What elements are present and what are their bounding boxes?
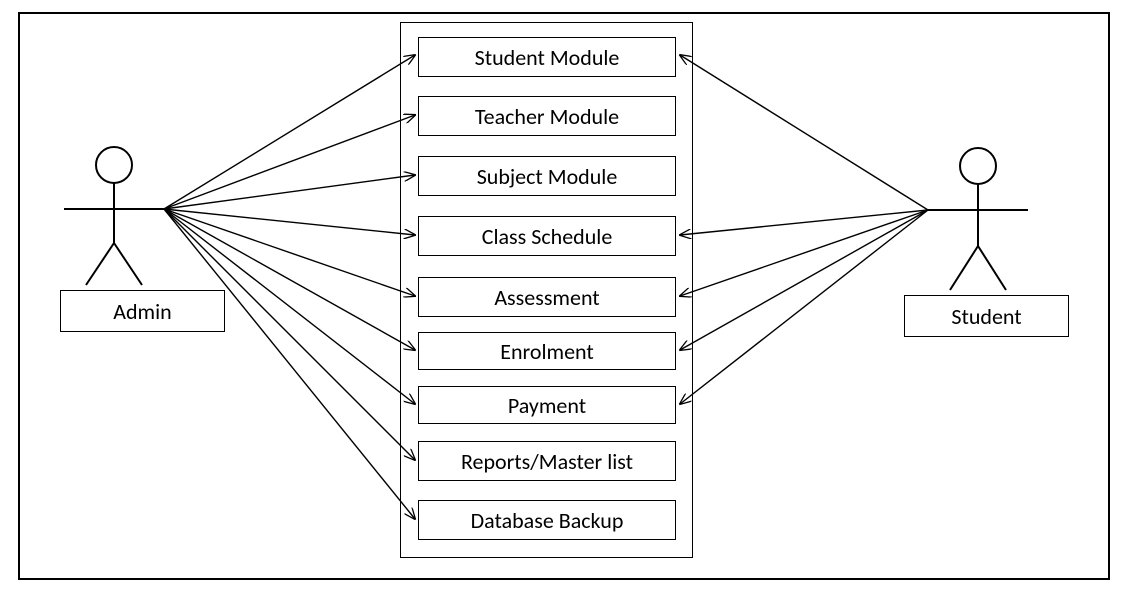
admin-label: Admin	[113, 298, 171, 325]
use-case-diagram: Admin Student Student Module Teacher Mod…	[0, 0, 1129, 593]
module-backup: Database Backup	[418, 500, 676, 540]
admin-arrows	[164, 55, 415, 519]
module-class-schedule: Class Schedule	[418, 216, 676, 256]
admin-label-box: Admin	[60, 290, 225, 332]
module-student: Student Module	[418, 37, 676, 77]
module-enrolment: Enrolment	[418, 332, 676, 370]
admin-actor-icon	[64, 147, 164, 285]
module-label: Payment	[508, 392, 586, 419]
module-label: Database Backup	[471, 507, 624, 534]
student-label: Student	[951, 303, 1021, 330]
student-arrows	[680, 55, 928, 404]
student-actor-icon	[928, 148, 1028, 290]
module-reports: Reports/Master list	[418, 441, 676, 481]
module-label: Student Module	[475, 44, 620, 71]
module-teacher: Teacher Module	[418, 96, 676, 136]
module-assessment: Assessment	[418, 277, 676, 317]
module-label: Reports/Master list	[461, 448, 633, 475]
student-label-box: Student	[904, 295, 1069, 337]
module-subject: Subject Module	[418, 156, 676, 196]
module-label: Teacher Module	[475, 103, 619, 130]
module-label: Enrolment	[500, 338, 594, 365]
module-label: Class Schedule	[482, 223, 613, 250]
module-label: Assessment	[494, 284, 599, 311]
module-payment: Payment	[418, 386, 676, 424]
module-label: Subject Module	[477, 163, 618, 190]
